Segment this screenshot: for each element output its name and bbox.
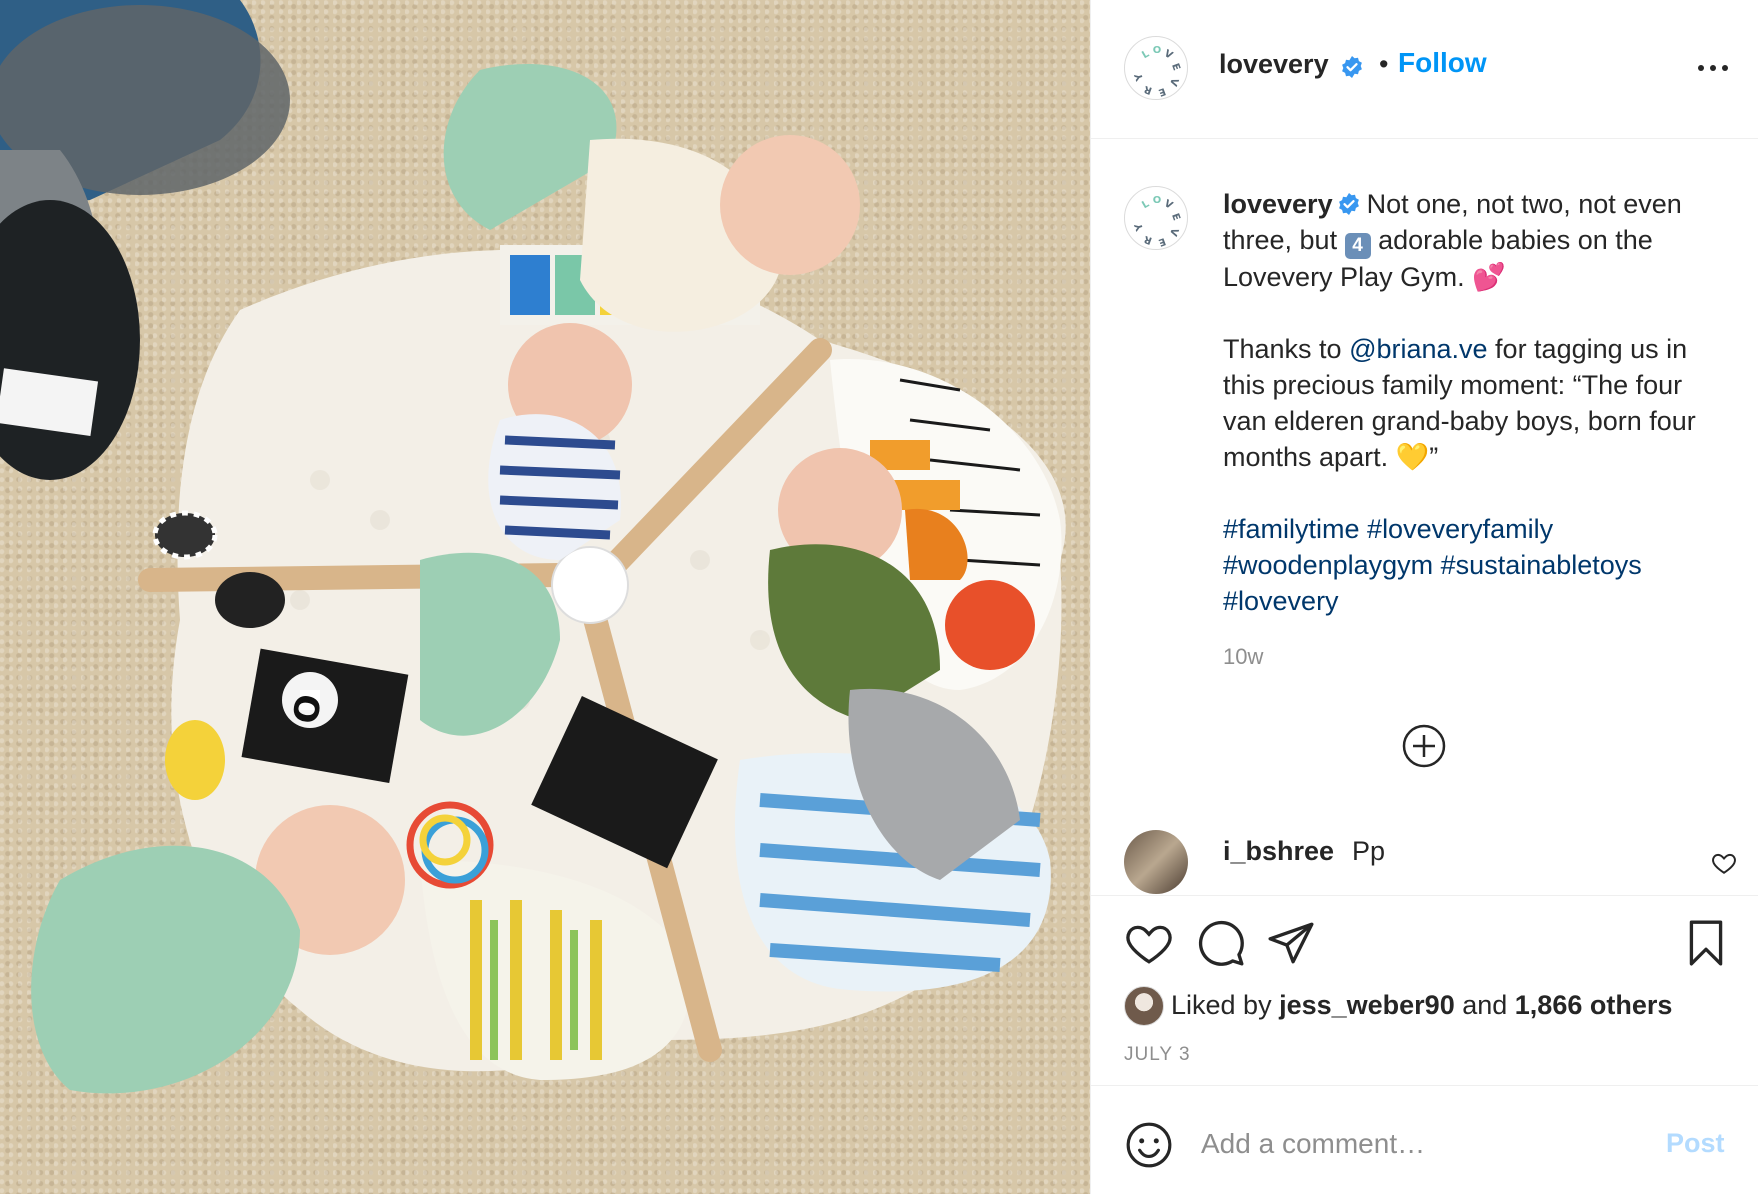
- header-separator: •: [1379, 49, 1389, 79]
- gym-hub: [551, 546, 629, 624]
- keycap-four-emoji: 4: [1344, 233, 1371, 259]
- load-more-comments-icon[interactable]: [1401, 723, 1447, 769]
- likes-prefix: Liked by: [1171, 990, 1280, 1020]
- caption-username[interactable]: lovevery: [1223, 189, 1333, 219]
- liker-username[interactable]: jess_weber90: [1279, 990, 1455, 1020]
- svg-text:E: E: [1157, 235, 1167, 248]
- header-username[interactable]: lovevery: [1219, 49, 1329, 80]
- post-photo[interactable]: O: [0, 0, 1090, 1194]
- more-dot-icon: [1722, 65, 1728, 71]
- mention-link[interactable]: @briana.ve: [1349, 334, 1487, 364]
- caption-avatar[interactable]: L O V E V E R Y: [1124, 186, 1188, 250]
- yellow-heart-emoji: 💛: [1395, 442, 1430, 472]
- svg-text:E: E: [1169, 212, 1182, 222]
- emoji-smiley-icon[interactable]: [1124, 1120, 1174, 1170]
- liker-avatar[interactable]: [1124, 986, 1164, 1026]
- svg-text:E: E: [1169, 62, 1182, 72]
- svg-text:R: R: [1142, 233, 1153, 246]
- svg-text:V: V: [1167, 226, 1180, 237]
- verified-badge-icon: [1342, 56, 1362, 78]
- save-bookmark-icon[interactable]: [1681, 918, 1731, 968]
- svg-text:R: R: [1142, 83, 1153, 96]
- hashtag-link[interactable]: #loveveryfamily: [1367, 514, 1553, 544]
- hashtag-link[interactable]: #lovevery: [1223, 586, 1339, 616]
- svg-text:Y: Y: [1133, 221, 1146, 233]
- svg-text:Y: Y: [1133, 71, 1146, 83]
- baby-1-head: [720, 135, 860, 275]
- share-paper-plane-icon[interactable]: [1266, 918, 1316, 968]
- svg-text:E: E: [1157, 85, 1167, 98]
- more-dot-icon: [1710, 65, 1716, 71]
- post-comment-button[interactable]: Post: [1666, 1128, 1725, 1159]
- comment-bubble-icon[interactable]: [1196, 918, 1246, 968]
- likes-middle: and: [1454, 990, 1515, 1020]
- comment-like-heart-icon[interactable]: [1711, 850, 1737, 876]
- svg-text:O: O: [1153, 195, 1162, 206]
- svg-text:V: V: [1162, 198, 1174, 212]
- caption-thanks-pre: Thanks to: [1223, 334, 1350, 364]
- slipper: [0, 200, 140, 480]
- svg-text:L: L: [1140, 48, 1152, 61]
- hashtag-link[interactable]: #woodenplaygym: [1223, 550, 1433, 580]
- svg-text:V: V: [1162, 48, 1174, 62]
- add-comment-bar: Post: [1091, 1085, 1758, 1194]
- more-options-button[interactable]: [1696, 56, 1732, 80]
- lovevery-logo-icon: L O V E V E R Y: [1133, 195, 1182, 248]
- hashtag-link[interactable]: #sustainabletoys: [1441, 550, 1642, 580]
- like-heart-icon[interactable]: [1124, 918, 1174, 968]
- verified-badge-icon: [1338, 193, 1359, 215]
- caption-section: L O V E V E R Y lovevery Not one, not two…: [1091, 160, 1758, 900]
- hashtag-link[interactable]: #familytime: [1223, 514, 1360, 544]
- svg-text:L: L: [1140, 198, 1152, 211]
- comment-text: Pp: [1352, 836, 1386, 866]
- svg-text:O: O: [1153, 45, 1162, 56]
- comment-input[interactable]: [1201, 1116, 1621, 1172]
- likes-count-link[interactable]: 1,866 others: [1515, 990, 1673, 1020]
- post-side-panel: L O V E V E R Y lovevery • Follow L O V …: [1090, 0, 1758, 1194]
- follow-button[interactable]: Follow: [1398, 47, 1487, 79]
- lovevery-logo-avatar[interactable]: L O V E V E R Y: [1124, 36, 1188, 100]
- caption-time-ago[interactable]: 10w: [1223, 644, 1263, 670]
- commenter-avatar[interactable]: [1124, 830, 1188, 894]
- post-actions: Liked by jess_weber90 and 1,866 others J…: [1091, 895, 1758, 1085]
- panda-toy: [215, 572, 285, 628]
- baby-4-body: [31, 845, 300, 1094]
- more-dot-icon: [1698, 65, 1704, 71]
- lovevery-logo-icon: L O V E V E R Y: [1133, 45, 1182, 98]
- likes-summary: Liked by jess_weber90 and 1,866 others: [1124, 986, 1744, 1026]
- yellow-toy: [165, 720, 225, 800]
- post-date[interactable]: JULY 3: [1124, 1044, 1191, 1066]
- likes-text: Liked by jess_weber90 and 1,866 others: [1171, 990, 1672, 1021]
- two-hearts-emoji: 💕: [1472, 262, 1506, 292]
- comment-item: i_bshree Pp: [1091, 830, 1758, 894]
- caption-close-quote: ”: [1429, 442, 1439, 472]
- caption-text: lovevery Not one, not two, not even three…: [1223, 186, 1733, 619]
- svg-text:V: V: [1167, 76, 1180, 87]
- post-header: L O V E V E R Y lovevery • Follow: [1091, 0, 1758, 139]
- comment-username[interactable]: i_bshree: [1223, 836, 1334, 867]
- photo-illustration: O: [0, 0, 1066, 1094]
